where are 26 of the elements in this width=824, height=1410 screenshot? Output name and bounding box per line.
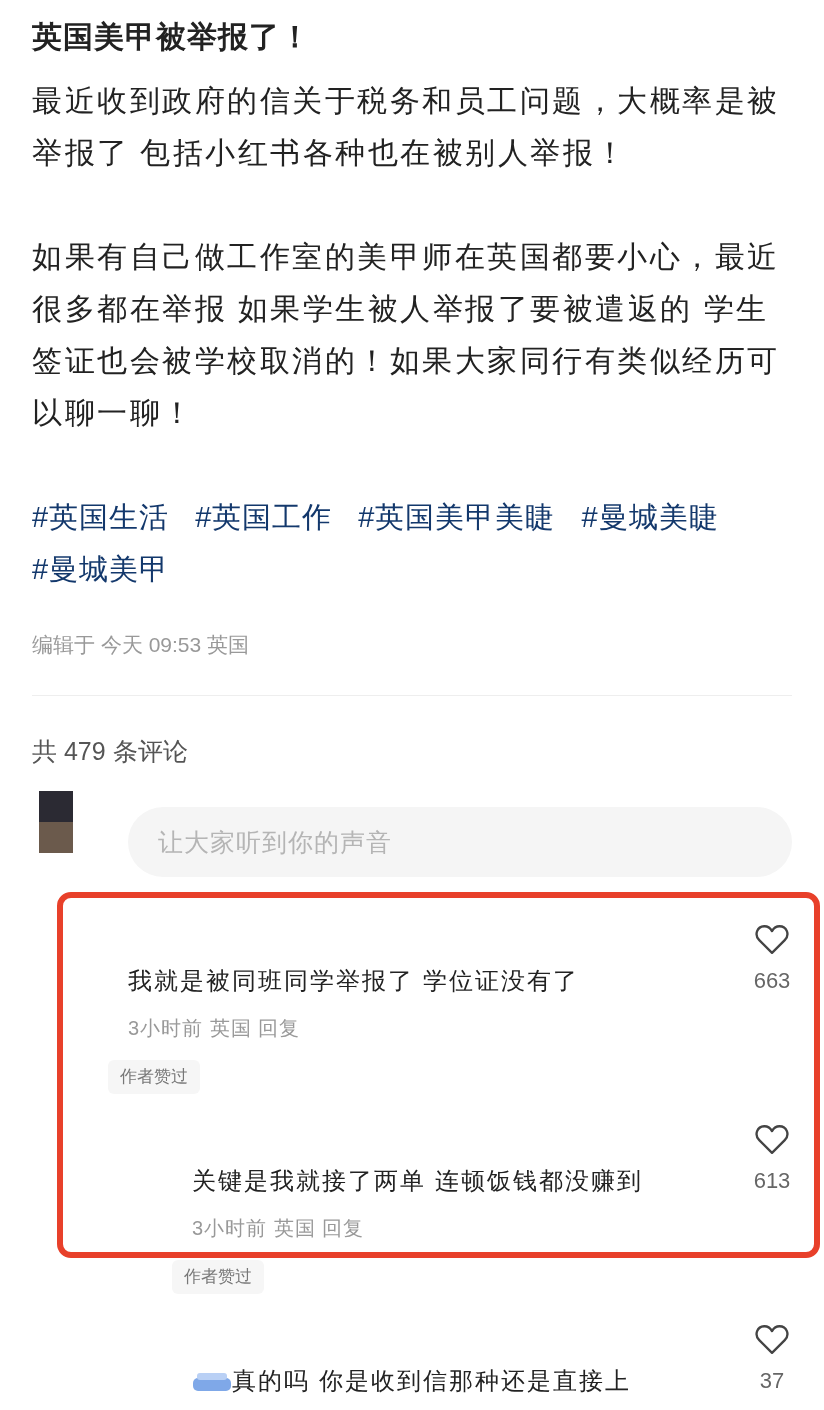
comment-count: 共 479 条评论 [32, 736, 189, 767]
comment-text: 关键是我就接了两单 连顿饭钱都没赚到 [192, 1166, 643, 1196]
like-count: 613 [753, 1167, 791, 1195]
post-paragraph: 最近收到政府的信关于税务和员工问题，大概率是被举报了 包括小红书各种也在被别人举报！ [32, 83, 781, 171]
heart-icon[interactable] [755, 1323, 789, 1355]
comment-meta: 3小时前 英国 回复 [192, 1216, 366, 1241]
like-count: 663 [753, 967, 791, 995]
comment-meta: 3小时前 英国 回复 [128, 1016, 302, 1041]
hashtag-link[interactable]: #英国工作 [195, 491, 333, 543]
edit-time: 编辑于 今天 09:53 英国 [32, 632, 251, 658]
hashtag-link[interactable]: #英国美甲美睫 [358, 491, 556, 543]
hashtag-link[interactable]: #曼城美甲 [32, 543, 170, 595]
post-title: 英国美甲被举报了！ [32, 19, 312, 55]
heart-icon[interactable] [755, 1123, 789, 1155]
author-liked-badge: 作者赞过 [172, 1260, 264, 1294]
like-count: 37 [759, 1367, 785, 1395]
avatar [39, 791, 73, 853]
hashtag-link[interactable]: #英国生活 [32, 491, 170, 543]
author-liked-badge: 作者赞过 [108, 1060, 200, 1094]
comment-text: 我就是被同班同学举报了 学位证没有了 [128, 966, 579, 996]
comment-text: 真的吗 你是收到信那种还是直接上 [232, 1366, 631, 1396]
comment-input[interactable]: 让大家听到你的声音 [127, 807, 792, 877]
hashtag-link[interactable]: #曼城美睫 [581, 491, 719, 543]
sticker-icon [192, 1370, 232, 1392]
heart-icon[interactable] [755, 923, 789, 955]
post-paragraph: 如果有自己做工作室的美甲师在英国都要小心，最近很多都在举报 如果学生被人举报了要被遣返的 学生签证也会被学校取消的！如果大家同行有类似经历可以聊一聊！ [32, 239, 781, 431]
